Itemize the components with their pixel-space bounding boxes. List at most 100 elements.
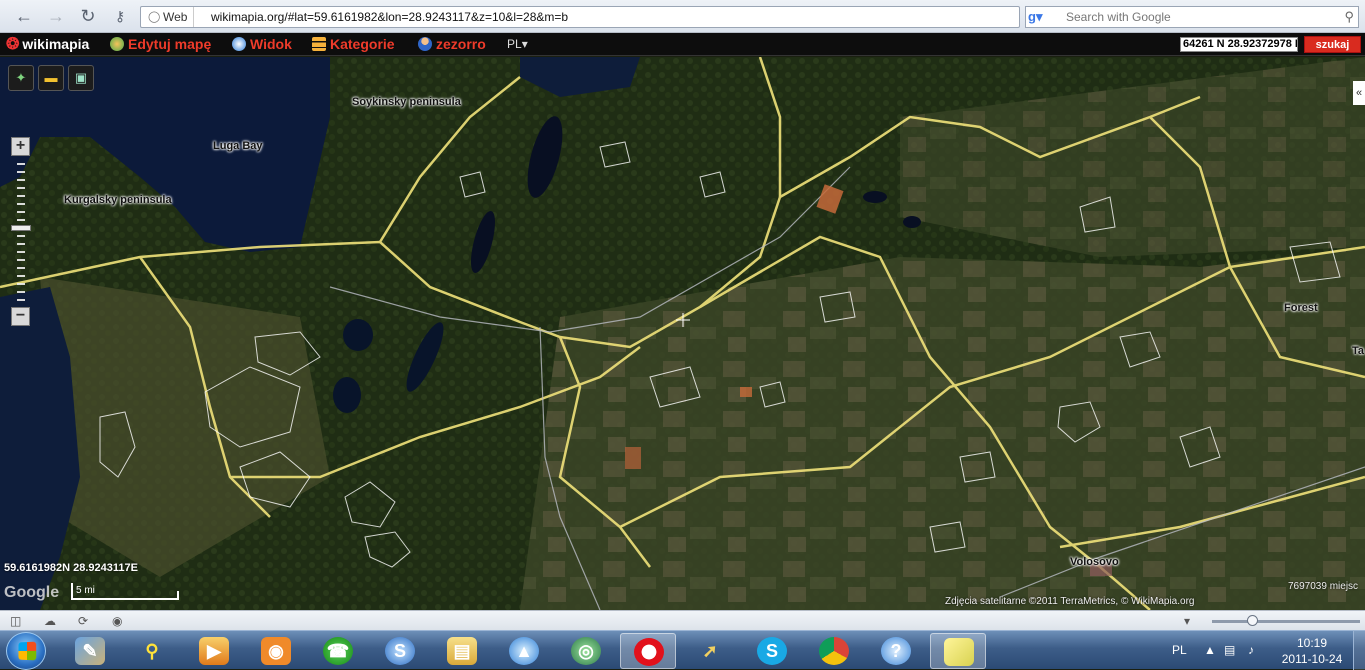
screen-icon[interactable]: ▣: [68, 65, 94, 91]
menu-view-label: Widok: [250, 36, 292, 52]
wikimapia-toolbar: ❂ wikimapia Edytuj mapę Widok Kategorie z…: [0, 33, 1365, 56]
map-imagery: [0, 57, 1365, 610]
key-icon[interactable]: ⚷: [108, 5, 132, 27]
google-icon[interactable]: g▾: [1028, 9, 1058, 25]
map-label-luga-bay[interactable]: Luga Bay: [213, 140, 263, 152]
map-label-forest[interactable]: Forest: [1284, 302, 1318, 314]
system-clock[interactable]: 10:19 2011-10-24: [1280, 635, 1344, 667]
site-identity-button[interactable]: Web: [145, 7, 195, 27]
tray-expand-icon[interactable]: ▲: [1204, 643, 1216, 657]
tray-volume-icon[interactable]: ♪: [1248, 643, 1254, 657]
taskbar-media-player[interactable]: ▶: [186, 633, 242, 669]
cloud-icon[interactable]: ☁: [44, 614, 56, 628]
taskbar-messenger[interactable]: ?: [868, 633, 924, 669]
scale-bar: 5 mi: [71, 583, 179, 600]
menu-edit-map[interactable]: Edytuj mapę: [110, 36, 211, 53]
taskbar-pin[interactable]: ⚲: [124, 633, 180, 669]
ruler-icon[interactable]: ▬: [38, 65, 64, 91]
zoom-in-button[interactable]: +: [11, 137, 30, 156]
skype-icon: S: [757, 637, 787, 665]
taskbar-folder[interactable]: ▤: [434, 633, 490, 669]
taskbar-paint[interactable]: ▲: [496, 633, 552, 669]
zoom-out-button[interactable]: −: [11, 307, 30, 326]
taskbar-phone[interactable]: ☎: [310, 633, 366, 669]
globe-icon: ◎: [571, 637, 601, 665]
search-box[interactable]: g▾ Search with Google ⚲: [1025, 6, 1359, 28]
map-label-soykinsky-peninsula[interactable]: Soykinsky peninsula: [352, 96, 461, 108]
phone-icon: ☎: [323, 637, 353, 665]
taskbar-telescope[interactable]: ➚: [682, 633, 738, 669]
search-button[interactable]: szukaj: [1304, 36, 1361, 53]
google-logo[interactable]: Google: [4, 584, 59, 602]
taskbar-eye[interactable]: ◉: [248, 633, 304, 669]
map-label-volosovo[interactable]: Volosovo: [1070, 556, 1119, 568]
map-label-ta[interactable]: Ta: [1352, 345, 1364, 357]
clock-date: 2011-10-24: [1281, 652, 1343, 666]
taskbar-chrome[interactable]: [806, 633, 862, 669]
chevron-down-icon: ▾: [521, 37, 528, 51]
tray-network-icon[interactable]: ▤: [1224, 643, 1235, 657]
scale-label: 5 mi: [76, 585, 95, 596]
collapse-panel-icon[interactable]: «: [1353, 81, 1365, 105]
taskbar-opera[interactable]: [620, 633, 676, 669]
windows-logo-icon: [18, 641, 37, 661]
taskbar-skype[interactable]: S: [744, 633, 800, 669]
clock-time: 10:19: [1296, 636, 1328, 650]
back-arrow-icon[interactable]: ←: [12, 5, 36, 27]
eye-icon: ◉: [261, 637, 291, 665]
logo-text: wikimapia: [22, 36, 90, 52]
menu-categories[interactable]: Kategorie: [312, 36, 395, 53]
satellite-map[interactable]: Soykinsky peninsula Luga Bay Kurgalsky p…: [0, 57, 1365, 610]
reload-icon[interactable]: ↻: [76, 5, 100, 27]
wikimapia-logo[interactable]: ❂ wikimapia: [6, 36, 89, 53]
menu-user[interactable]: zezorro: [418, 36, 486, 53]
taskbar-network[interactable]: S: [372, 633, 428, 669]
cursor-coordinates: 59.6161982N 28.9243117E: [4, 562, 138, 574]
address-bar[interactable]: Web wikimapia.org/#lat=59.6161982&lon=28…: [140, 6, 1020, 28]
taskbar-task-manager[interactable]: ✎: [62, 633, 118, 669]
map-label-kurgalsky-peninsula[interactable]: Kurgalsky peninsula: [64, 194, 172, 206]
speed-dial-icon[interactable]: ◉: [112, 614, 122, 628]
map-attribution: Zdjęcia satelitarne ©2011 TerraMetrics, …: [945, 596, 1195, 607]
search-input[interactable]: Search with Google: [1066, 7, 1171, 27]
add-object-icon[interactable]: ✦: [8, 65, 34, 91]
messenger-icon: ?: [881, 637, 911, 665]
categories-icon: [312, 37, 326, 51]
taskbar-sticky-notes[interactable]: [930, 633, 986, 669]
task-manager-icon: ✎: [75, 637, 105, 665]
media-player-icon: ▶: [199, 637, 229, 665]
pin-icon: ⚲: [145, 641, 159, 661]
object-counter: 7697039 miejsc: [1288, 581, 1359, 592]
language-label: PL: [507, 37, 522, 51]
language-dropdown[interactable]: PL▾: [507, 36, 528, 53]
page-zoom-slider-handle[interactable]: [1247, 615, 1259, 626]
zoom-slider-handle[interactable]: [11, 225, 31, 231]
panel-icon[interactable]: ◫: [10, 614, 21, 628]
paint-icon: ▲: [509, 637, 539, 665]
sticky-notes-icon: [944, 638, 974, 666]
zoom-slider-track[interactable]: [17, 163, 25, 309]
start-button[interactable]: [6, 632, 46, 670]
share-icon[interactable]: ⟳: [78, 614, 88, 628]
search-icon[interactable]: ⚲: [1344, 7, 1354, 27]
show-desktop-button[interactable]: [1353, 631, 1365, 670]
tray-language[interactable]: PL: [1172, 643, 1187, 657]
menu-edit-map-label: Edytuj mapę: [128, 36, 212, 52]
url-text[interactable]: wikimapia.org/#lat=59.6161982&lon=28.924…: [211, 7, 568, 27]
zoom-out-small-icon[interactable]: ▾: [1184, 614, 1190, 628]
windows-taskbar: ✎ ⚲ ▶ ◉ ☎ S ▤ ▲ ◎ ➚ S ? PL ▲ ▤ ♪ 10:19 2…: [0, 630, 1365, 670]
menu-user-label: zezorro: [436, 36, 486, 52]
browser-toolbar: ← → ↻ ⚷ Web wikimapia.org/#lat=59.616198…: [0, 0, 1365, 33]
edit-map-icon: [110, 37, 124, 51]
page-zoom-slider[interactable]: [1212, 620, 1360, 623]
browser-status-bar: ◫ ☁ ⟳ ◉ ▾: [0, 610, 1365, 630]
menu-categories-label: Kategorie: [330, 36, 395, 52]
forward-arrow-icon[interactable]: →: [44, 5, 68, 27]
coordinate-search-input[interactable]: 64261 N 28.92372978 E: [1180, 37, 1298, 52]
menu-view[interactable]: Widok: [232, 36, 292, 53]
user-icon: [418, 37, 432, 51]
folder-icon: ▤: [447, 637, 477, 665]
chrome-icon: [819, 637, 849, 665]
taskbar-globe[interactable]: ◎: [558, 633, 614, 669]
telescope-icon: ➚: [702, 641, 718, 661]
